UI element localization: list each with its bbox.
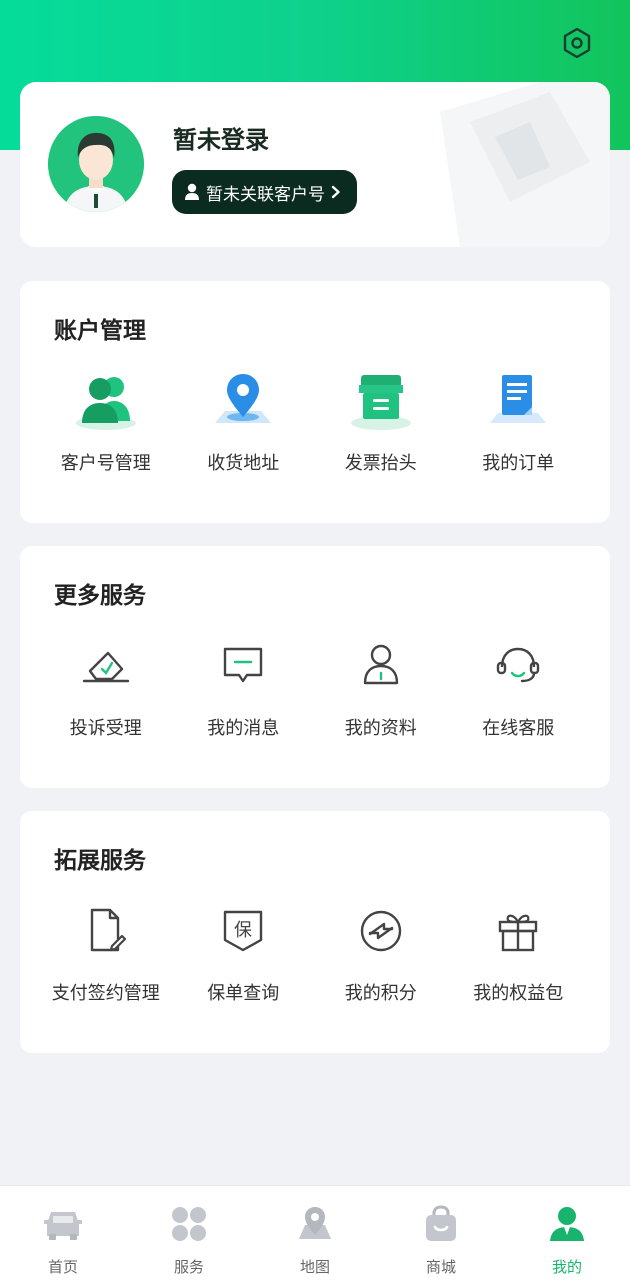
invoice-box-icon [350,375,411,430]
car-icon [44,1212,82,1240]
menu-item-label: 发票抬头 [344,453,417,474]
menu-item-invoice-title[interactable]: 发票抬头 [312,369,450,489]
more-services-card: 更多服务 投诉受理 我的消息 我的资料 在线客服 [20,546,610,788]
section-title: 更多服务 [54,583,146,609]
tab-label: 商城 [425,1258,456,1276]
link-customer-label: 暂未关联客户号 [206,184,325,205]
gift-icon [499,914,538,952]
tab-mall[interactable]: 商城 [378,1186,504,1280]
chevron-right-icon [331,185,340,199]
settings-button[interactable] [558,24,596,62]
complaint-icon [82,651,129,683]
brand-watermark [440,82,610,247]
shopping-bag-icon [426,1205,456,1241]
menu-item-label: 我的权益包 [473,983,564,1004]
menu-item-label: 我的订单 [482,453,555,474]
menu-item-label: 在线客服 [482,718,555,739]
menu-item-customer-management[interactable]: 客户号管理 [37,369,175,489]
menu-item-label: 我的积分 [344,983,417,1004]
menu-item-label: 客户号管理 [60,453,151,474]
menu-item-my-benefits[interactable]: 我的权益包 [450,899,588,1019]
menu-item-shipping-address[interactable]: 收货地址 [175,369,313,489]
section-title: 拓展服务 [54,848,146,874]
menu-item-policy-query[interactable]: 保 保单查询 [175,899,313,1019]
policy-shield-icon: 保 [224,910,263,952]
tab-label: 服务 [173,1258,204,1276]
menu-item-label: 我的资料 [344,718,417,739]
menu-item-label: 我的消息 [207,718,280,739]
profile-icon [363,644,398,685]
menu-item-my-points[interactable]: 我的积分 [312,899,450,1019]
link-customer-button[interactable]: 暂未关联客户号 [172,170,357,214]
users-icon [75,377,136,430]
points-icon [360,910,401,952]
tab-label: 我的 [551,1258,582,1276]
extended-services-card: 拓展服务 支付签约管理 保 保单查询 我的积分 我的权益包 [20,811,610,1053]
svg-text:保: 保 [234,920,252,941]
tab-label: 地图 [299,1258,330,1276]
tab-label: 首页 [47,1258,78,1276]
location-pin-icon [215,374,272,423]
menu-item-messages[interactable]: 我的消息 [175,634,313,754]
user-icon [185,183,199,200]
bottom-tab-bar: 首页 服务 地图 商城 我的 [0,1185,630,1280]
tab-services[interactable]: 服务 [126,1186,252,1280]
tab-map[interactable]: 地图 [252,1186,378,1280]
menu-item-label: 收货地址 [207,453,280,474]
account-management-card: 账户管理 客户号管理 收货地址 发票抬头 我的订单 [20,281,610,523]
order-document-icon [490,375,547,423]
login-status[interactable]: 暂未登录 [173,120,269,155]
menu-item-online-service[interactable]: 在线客服 [450,634,588,754]
avatar[interactable] [48,116,144,212]
message-icon [224,647,263,683]
profile-card: 暂未登录 暂未关联客户号 [20,82,610,247]
person-icon [550,1207,584,1241]
menu-item-label: 投诉受理 [69,718,142,739]
map-icon [299,1207,331,1239]
menu-item-payment-signing[interactable]: 支付签约管理 [37,899,175,1019]
sign-document-icon [90,908,126,952]
menu-item-my-profile[interactable]: 我的资料 [312,634,450,754]
tab-home[interactable]: 首页 [0,1186,126,1280]
menu-item-label: 保单查询 [207,983,280,1004]
section-title: 账户管理 [54,318,146,344]
menu-item-label: 支付签约管理 [51,983,160,1004]
tab-mine[interactable]: 我的 [504,1186,630,1280]
settings-icon [563,27,591,59]
default-avatar-icon [48,116,144,212]
grid-icon [172,1207,206,1241]
menu-item-my-orders[interactable]: 我的订单 [450,369,588,489]
headset-icon [497,647,540,683]
menu-item-complaint[interactable]: 投诉受理 [37,634,175,754]
